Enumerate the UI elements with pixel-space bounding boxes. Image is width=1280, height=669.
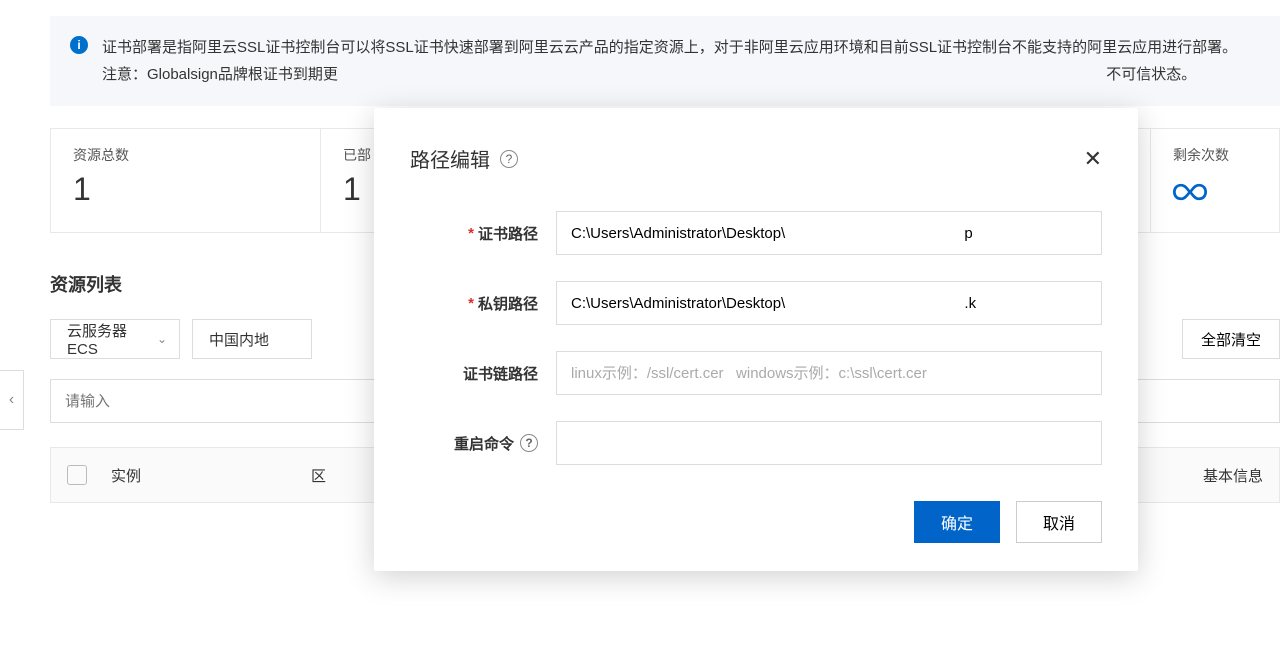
cancel-button[interactable]: 取消 (1016, 501, 1102, 543)
confirm-button[interactable]: 确定 (914, 501, 1000, 543)
restart-cmd-input[interactable] (556, 421, 1102, 465)
help-icon[interactable]: ? (500, 150, 518, 168)
path-edit-modal: 路径编辑 ? ✕ *证书路径 *私钥路径 证书链路径 重启命令 ? 确定 取消 (374, 108, 1138, 571)
cert-path-input[interactable] (556, 211, 1102, 255)
cert-path-label: *证书路径 (410, 223, 538, 244)
chain-path-label: 证书链路径 (410, 363, 538, 384)
chain-path-input[interactable] (556, 351, 1102, 395)
help-icon[interactable]: ? (520, 434, 538, 452)
restart-cmd-label: 重启命令 ? (410, 433, 538, 454)
key-path-label: *私钥路径 (410, 293, 538, 314)
modal-title: 路径编辑 (410, 144, 490, 173)
key-path-input[interactable] (556, 281, 1102, 325)
close-icon[interactable]: ✕ (1084, 148, 1102, 170)
